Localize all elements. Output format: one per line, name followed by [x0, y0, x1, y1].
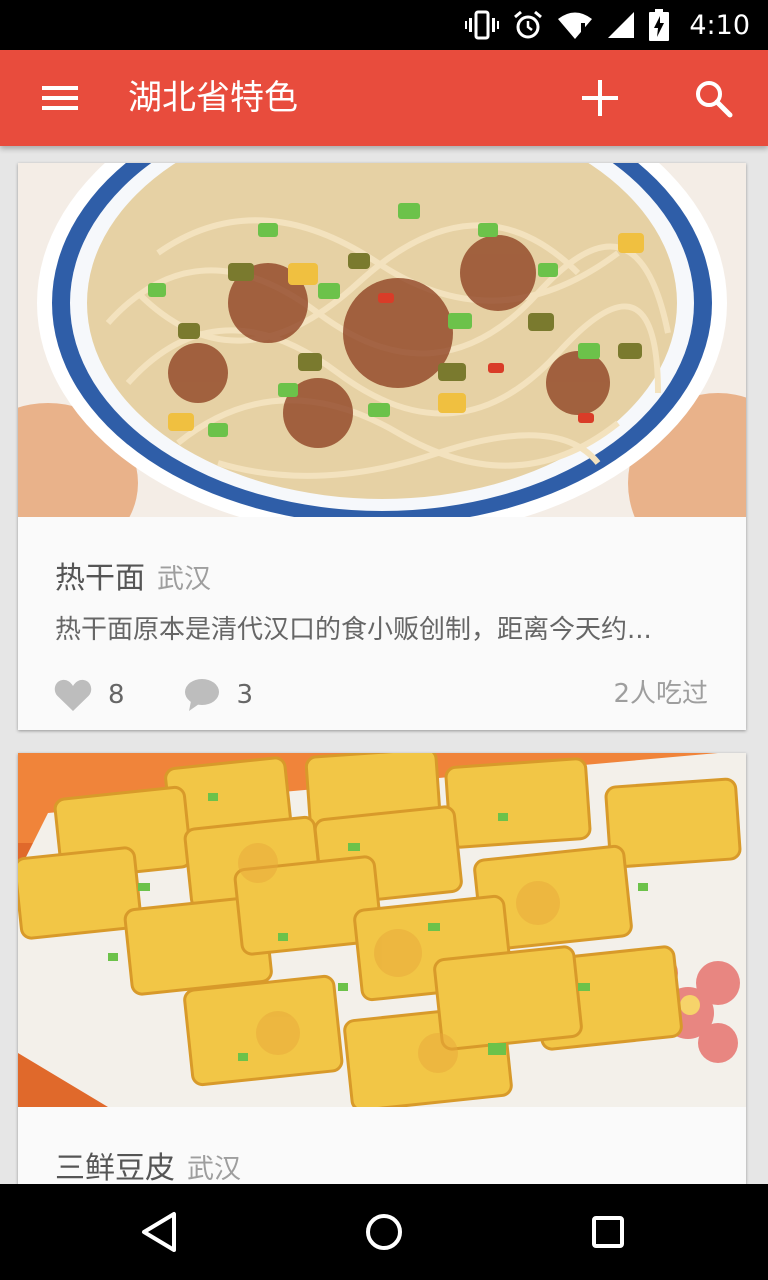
recents-icon — [592, 1216, 624, 1248]
clock: 4:10 — [689, 9, 750, 41]
comment-count: 3 — [236, 680, 254, 710]
back-icon — [142, 1212, 176, 1252]
food-list[interactable]: 热干面 武汉 热干面原本是清代汉口的食小贩创制，距离今天约... 8 3 2人吃过 — [0, 146, 768, 1184]
page-title: 湖北省特色 — [128, 78, 298, 118]
system-nav-bar — [0, 1184, 768, 1280]
food-city: 武汉 — [187, 1154, 241, 1184]
food-city: 武汉 — [157, 564, 211, 595]
home-icon — [366, 1214, 402, 1250]
status-bar: 4:10 — [0, 0, 768, 50]
food-name: 三鲜豆皮 — [55, 1151, 175, 1184]
wifi-icon — [558, 12, 593, 39]
add-button[interactable] — [572, 70, 628, 126]
eaten-count: 2人吃过 — [613, 679, 708, 709]
food-title: 三鲜豆皮 武汉 — [55, 1143, 241, 1184]
menu-button[interactable] — [32, 74, 88, 122]
recents-button[interactable] — [584, 1208, 632, 1256]
app-toolbar: 湖北省特色 — [0, 50, 768, 146]
food-title: 热干面 武汉 — [55, 553, 211, 597]
battery-charging-icon — [649, 9, 670, 41]
food-card[interactable]: 三鲜豆皮 武汉 — [18, 753, 746, 1184]
food-photo — [18, 163, 746, 517]
add-icon — [582, 80, 618, 116]
vibrate-icon — [465, 10, 500, 40]
alarm-icon — [514, 10, 543, 39]
food-stats: 8 3 — [54, 675, 253, 715]
search-icon — [696, 81, 733, 118]
back-button[interactable] — [136, 1208, 184, 1256]
food-card[interactable]: 热干面 武汉 热干面原本是清代汉口的食小贩创制，距离今天约... 8 3 2人吃过 — [18, 163, 746, 730]
status-icons: 4:10 — [465, 8, 750, 42]
food-description: 热干面原本是清代汉口的食小贩创制，距离今天约... — [55, 615, 652, 645]
like-count: 8 — [108, 680, 125, 710]
search-button[interactable] — [686, 70, 742, 126]
menu-icon — [42, 86, 78, 110]
food-photo — [18, 753, 746, 1107]
food-name: 热干面 — [55, 561, 145, 596]
heart-icon[interactable] — [54, 678, 92, 712]
signal-icon — [608, 12, 635, 38]
comment-icon[interactable] — [183, 677, 221, 713]
home-button[interactable] — [360, 1208, 408, 1256]
